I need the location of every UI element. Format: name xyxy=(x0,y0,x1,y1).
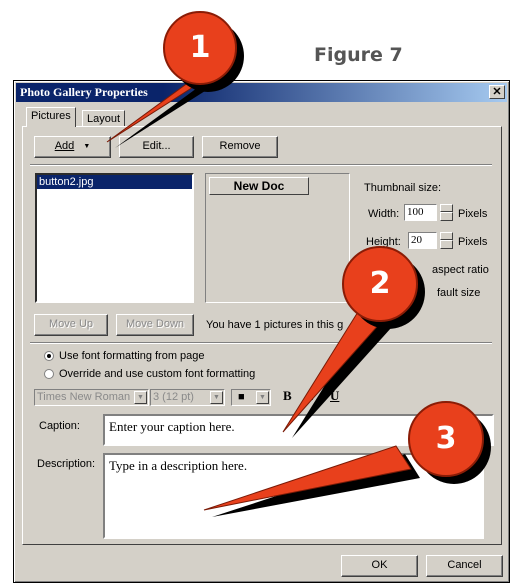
callout-overlay xyxy=(106,11,491,517)
callout-number-3: 3 xyxy=(435,421,457,456)
callout-number-1: 1 xyxy=(189,30,211,65)
callout-pointer-3 xyxy=(203,445,420,517)
callout-number-2: 2 xyxy=(369,266,391,301)
tab-pictures[interactable]: Pictures xyxy=(26,107,76,127)
